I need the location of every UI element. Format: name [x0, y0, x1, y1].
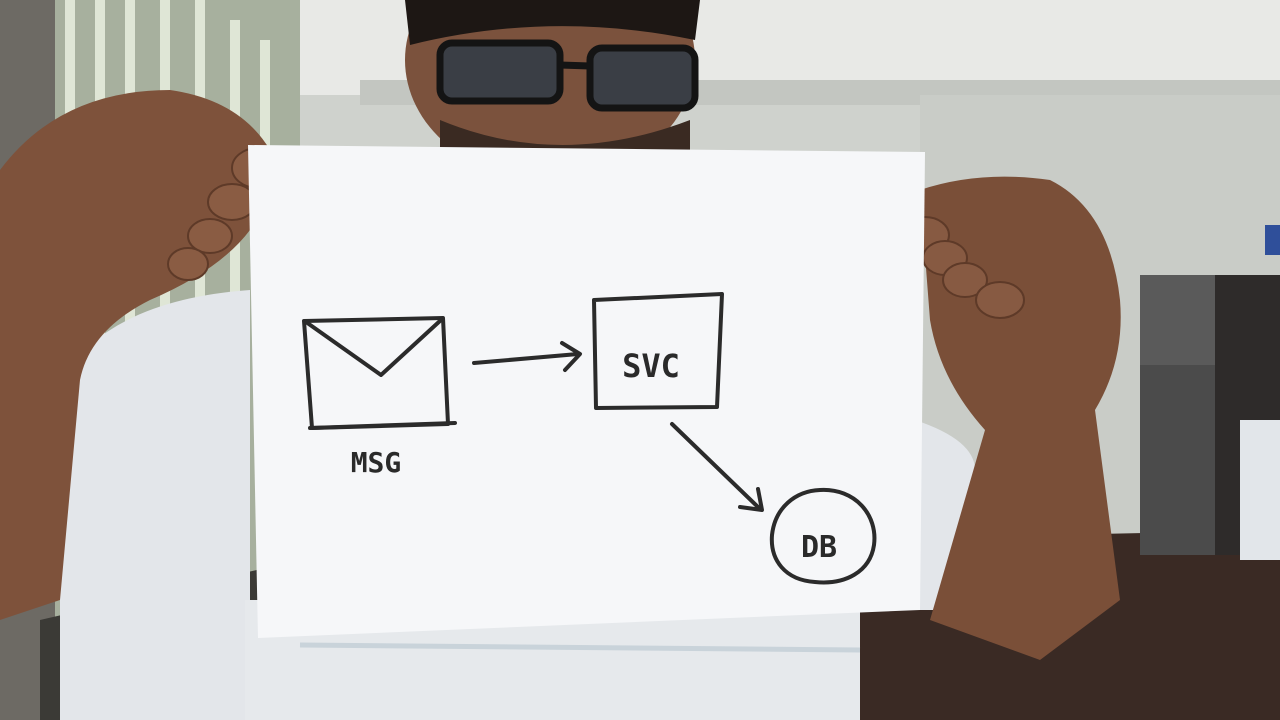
photo-scene: MSG SVC DB [0, 0, 1280, 720]
svc-label: SVC [622, 347, 680, 385]
db-label: DB [801, 530, 837, 565]
msg-label: MSG [351, 446, 402, 479]
diagram: MSG SVC DB [302, 292, 877, 585]
arrow-svc-to-db [670, 422, 764, 512]
arrow-msg-to-svc [472, 341, 582, 372]
envelope-icon [302, 316, 457, 430]
